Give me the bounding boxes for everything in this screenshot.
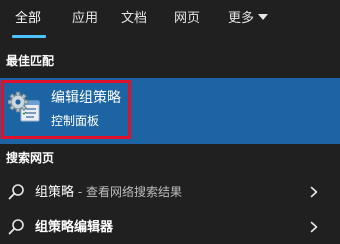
tab-all[interactable]: 全部 [15,9,41,29]
web-result-suffix: - 查看网络搜索结果 [74,185,182,199]
chevron-right-icon [310,186,318,198]
highlight-annotation-box [1,80,131,139]
web-result-query: 组策略 [35,185,75,200]
search-icon [8,219,24,235]
tab-more[interactable]: 更多 [228,9,269,29]
chevron-right-icon [310,221,318,233]
tab-web[interactable]: 网页 [174,9,200,29]
tab-more-label: 更多 [228,11,255,26]
web-result-row[interactable]: 组策略 - 查看网络搜索结果 [0,176,340,208]
chevron-down-icon [258,14,269,20]
web-result-query: 组策略编辑器 [35,220,114,235]
search-scope-tabs: 全部 应用 文档 网页 更多 [0,0,340,40]
web-search-heading: 搜索网页 [6,151,55,165]
web-result-row[interactable]: 组策略编辑器 [0,211,340,243]
search-icon [8,184,24,200]
best-match-heading: 最佳匹配 [6,54,55,68]
tab-apps[interactable]: 应用 [72,9,98,29]
active-tab-indicator [12,35,46,38]
tab-documents[interactable]: 文档 [121,9,147,29]
